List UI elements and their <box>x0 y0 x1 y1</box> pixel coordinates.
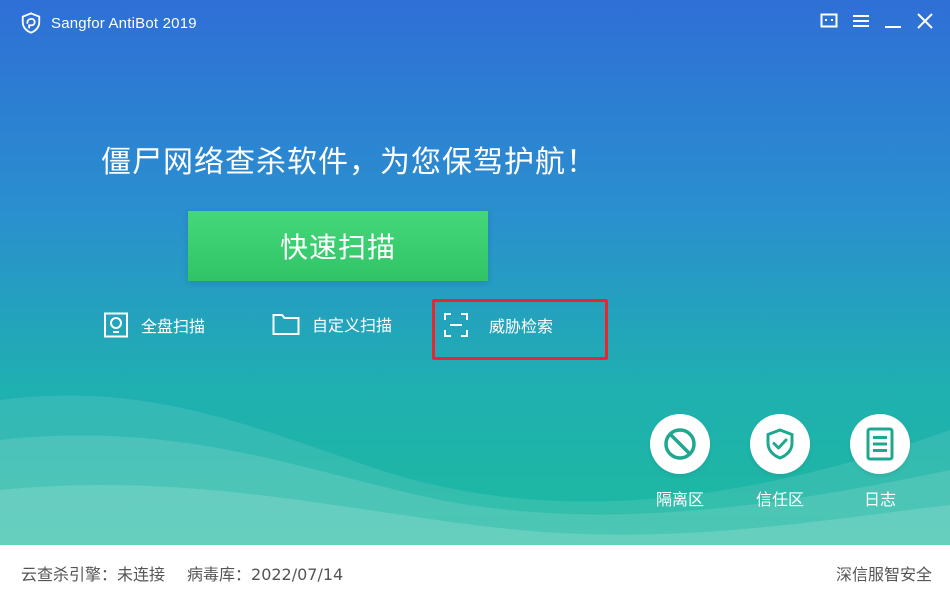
log-icon-circle <box>850 414 910 474</box>
slogan: 僵尸网络查杀软件，为您保驾护航！ <box>101 145 597 180</box>
full-disk-scan-label: 全盘扫描 <box>141 317 206 336</box>
quarantine-button[interactable]: 隔离区 <box>645 414 715 510</box>
ban-icon <box>664 428 696 460</box>
close-icon <box>917 13 933 29</box>
close-button[interactable] <box>914 10 936 32</box>
quarantine-icon-circle <box>650 414 710 474</box>
shield-check-icon <box>766 428 794 460</box>
menu-button[interactable] <box>850 10 872 32</box>
trust-zone-label: 信任区 <box>755 490 804 509</box>
full-disk-scan-button[interactable]: 全盘扫描 <box>103 312 205 338</box>
folder-icon <box>272 314 300 335</box>
trust-zone-icon-circle <box>750 414 810 474</box>
window-controls <box>818 10 936 32</box>
minimize-button[interactable] <box>882 10 904 32</box>
feedback-button[interactable] <box>818 10 840 32</box>
app-title: Sangfor AntiBot 2019 <box>51 14 197 32</box>
statusbar: 云查杀引擎：未连接 病毒库：2022/07/14 深信服智安全 <box>0 545 950 600</box>
titlebar: Sangfor AntiBot 2019 <box>0 0 950 46</box>
log-button[interactable]: 日志 <box>845 414 915 510</box>
custom-scan-button[interactable]: 自定义扫描 <box>272 312 392 336</box>
app-window: Sangfor AntiBot 2019 僵尸网络查杀软件，为您保驾护航！ 快速… <box>0 0 950 600</box>
engine-status: 云查杀引擎：未连接 <box>21 564 166 584</box>
custom-scan-label: 自定义扫描 <box>312 316 393 335</box>
menu-icon <box>853 15 869 27</box>
log-label: 日志 <box>863 490 896 509</box>
minimize-icon <box>885 26 901 28</box>
shield-logo-icon <box>21 12 41 34</box>
quick-scan-button[interactable]: 快速扫描 <box>188 211 488 281</box>
highlight-box <box>432 299 608 360</box>
trust-zone-button[interactable]: 信任区 <box>745 414 815 510</box>
virus-db-version: 病毒库：2022/07/14 <box>187 564 344 584</box>
disk-icon <box>104 312 128 338</box>
feedback-icon <box>820 13 838 28</box>
brand-label: 深信服智安全 <box>835 564 932 584</box>
quarantine-label: 隔离区 <box>655 490 704 509</box>
log-icon <box>866 427 894 461</box>
